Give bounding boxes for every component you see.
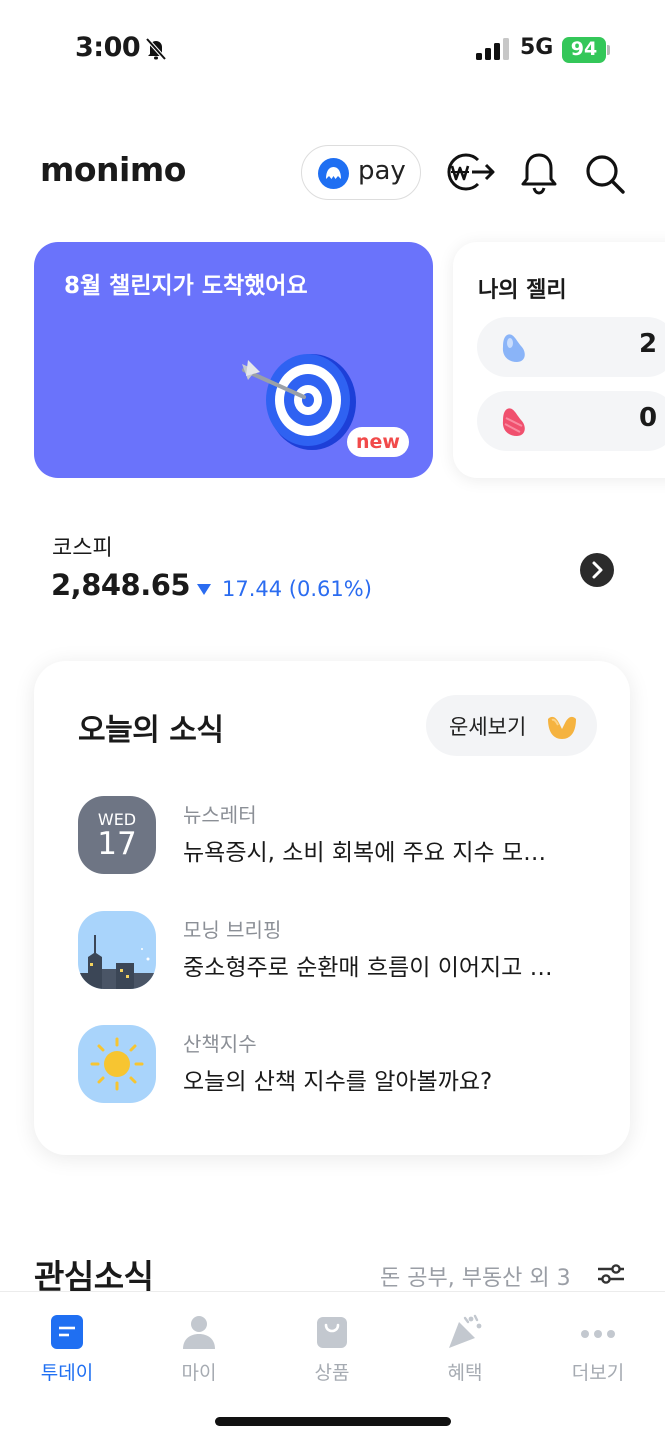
news-headline: 오늘의 산책 지수를 알아볼까요?: [183, 1069, 493, 1095]
pay-button[interactable]: pay: [301, 145, 421, 200]
red-jelly-icon: [502, 408, 525, 436]
news-item[interactable]: WED 17 뉴스레터 뉴욕증시, 소비 회복에 주요 지수 모…: [78, 796, 598, 876]
pay-logo-icon: [318, 158, 349, 189]
news-category: 산책지수: [183, 1032, 257, 1056]
tab-today[interactable]: 투데이: [22, 1312, 112, 1392]
news-category: 뉴스레터: [183, 803, 257, 827]
chevron-right-icon: [592, 561, 603, 579]
news-item[interactable]: 모닝 브리핑 중소형주로 순환매 흐름이 이어지고 …: [78, 911, 598, 991]
today-news-card: 오늘의 소식 운세보기 WED 17 뉴스레터 뉴욕증시, 소비 회복에 주요 …: [34, 661, 630, 1155]
challenge-card[interactable]: 8월 챌린지가 도착했어요 new: [34, 242, 433, 478]
jelly-card[interactable]: 나의 젤리 2 0: [453, 242, 665, 478]
jelly-count: 2: [639, 329, 658, 359]
tab-label: 마이: [181, 1362, 217, 1384]
tab-benefits[interactable]: 혜택: [420, 1312, 510, 1392]
sun-icon: [78, 1025, 156, 1103]
blue-jelly-icon: [502, 334, 525, 362]
news-headline: 뉴욕증시, 소비 회복에 주요 지수 모…: [183, 840, 547, 866]
target-dart-icon: [242, 354, 356, 450]
news-title: 오늘의 소식: [78, 713, 224, 748]
fortune-cookie-icon: [548, 716, 576, 739]
search-icon[interactable]: [584, 153, 626, 195]
jelly-row: 0: [477, 391, 665, 451]
network-label: 5G: [520, 35, 554, 60]
fortune-label: 운세보기: [449, 715, 527, 739]
tab-products[interactable]: 상품: [287, 1312, 377, 1392]
notification-bell-icon[interactable]: [519, 151, 559, 195]
tab-label: 혜택: [447, 1362, 483, 1384]
bell-off-icon: [145, 37, 167, 61]
tab-more[interactable]: 더보기: [553, 1312, 643, 1392]
app-logo[interactable]: monimo: [40, 150, 186, 189]
kospi-label: 코스피: [52, 536, 113, 561]
pay-label: pay: [358, 156, 406, 186]
tab-label: 상품: [314, 1362, 350, 1384]
today-icon: [51, 1315, 83, 1349]
jelly-title: 나의 젤리: [478, 278, 567, 303]
tab-label: 투데이: [40, 1362, 94, 1384]
fortune-button[interactable]: 운세보기: [426, 695, 597, 756]
bag-icon: [317, 1317, 347, 1348]
down-triangle-icon: [197, 584, 211, 595]
battery-indicator: 94: [562, 37, 610, 63]
jelly-count: 0: [639, 403, 658, 433]
calendar-date-thumbnail: WED 17: [78, 796, 156, 874]
city-skyline-icon: [78, 911, 156, 989]
filter-settings-icon[interactable]: [596, 1262, 626, 1286]
tab-label: 더보기: [571, 1362, 625, 1384]
kospi-change: 17.44 (0.61%): [222, 577, 372, 601]
battery-level: 94: [570, 38, 598, 60]
home-indicator: [215, 1417, 451, 1426]
thumb-date: 17: [97, 826, 137, 862]
kospi-detail-button[interactable]: [580, 553, 614, 587]
interest-topics[interactable]: 돈 공부, 부동산 외 3: [380, 1260, 571, 1292]
news-headline: 중소형주로 순환매 흐름이 이어지고 …: [183, 955, 553, 981]
more-icon: [581, 1330, 615, 1338]
jelly-row: 2: [477, 317, 665, 377]
challenge-title: 8월 챌린지가 도착했어요: [64, 273, 308, 299]
news-category: 모닝 브리핑: [183, 918, 282, 942]
party-icon: [449, 1314, 482, 1348]
kospi-value: 2,848.65: [51, 568, 191, 602]
status-time: 3:00: [75, 32, 141, 63]
status-bar: 3:00 5G 94: [0, 0, 665, 100]
tab-my[interactable]: 마이: [154, 1312, 244, 1392]
news-item[interactable]: 산책지수 오늘의 산책 지수를 알아볼까요?: [78, 1025, 598, 1105]
person-icon: [183, 1316, 215, 1349]
signal-icon: [476, 38, 509, 60]
currency-exchange-icon[interactable]: [444, 151, 496, 193]
new-badge: new: [347, 427, 409, 457]
